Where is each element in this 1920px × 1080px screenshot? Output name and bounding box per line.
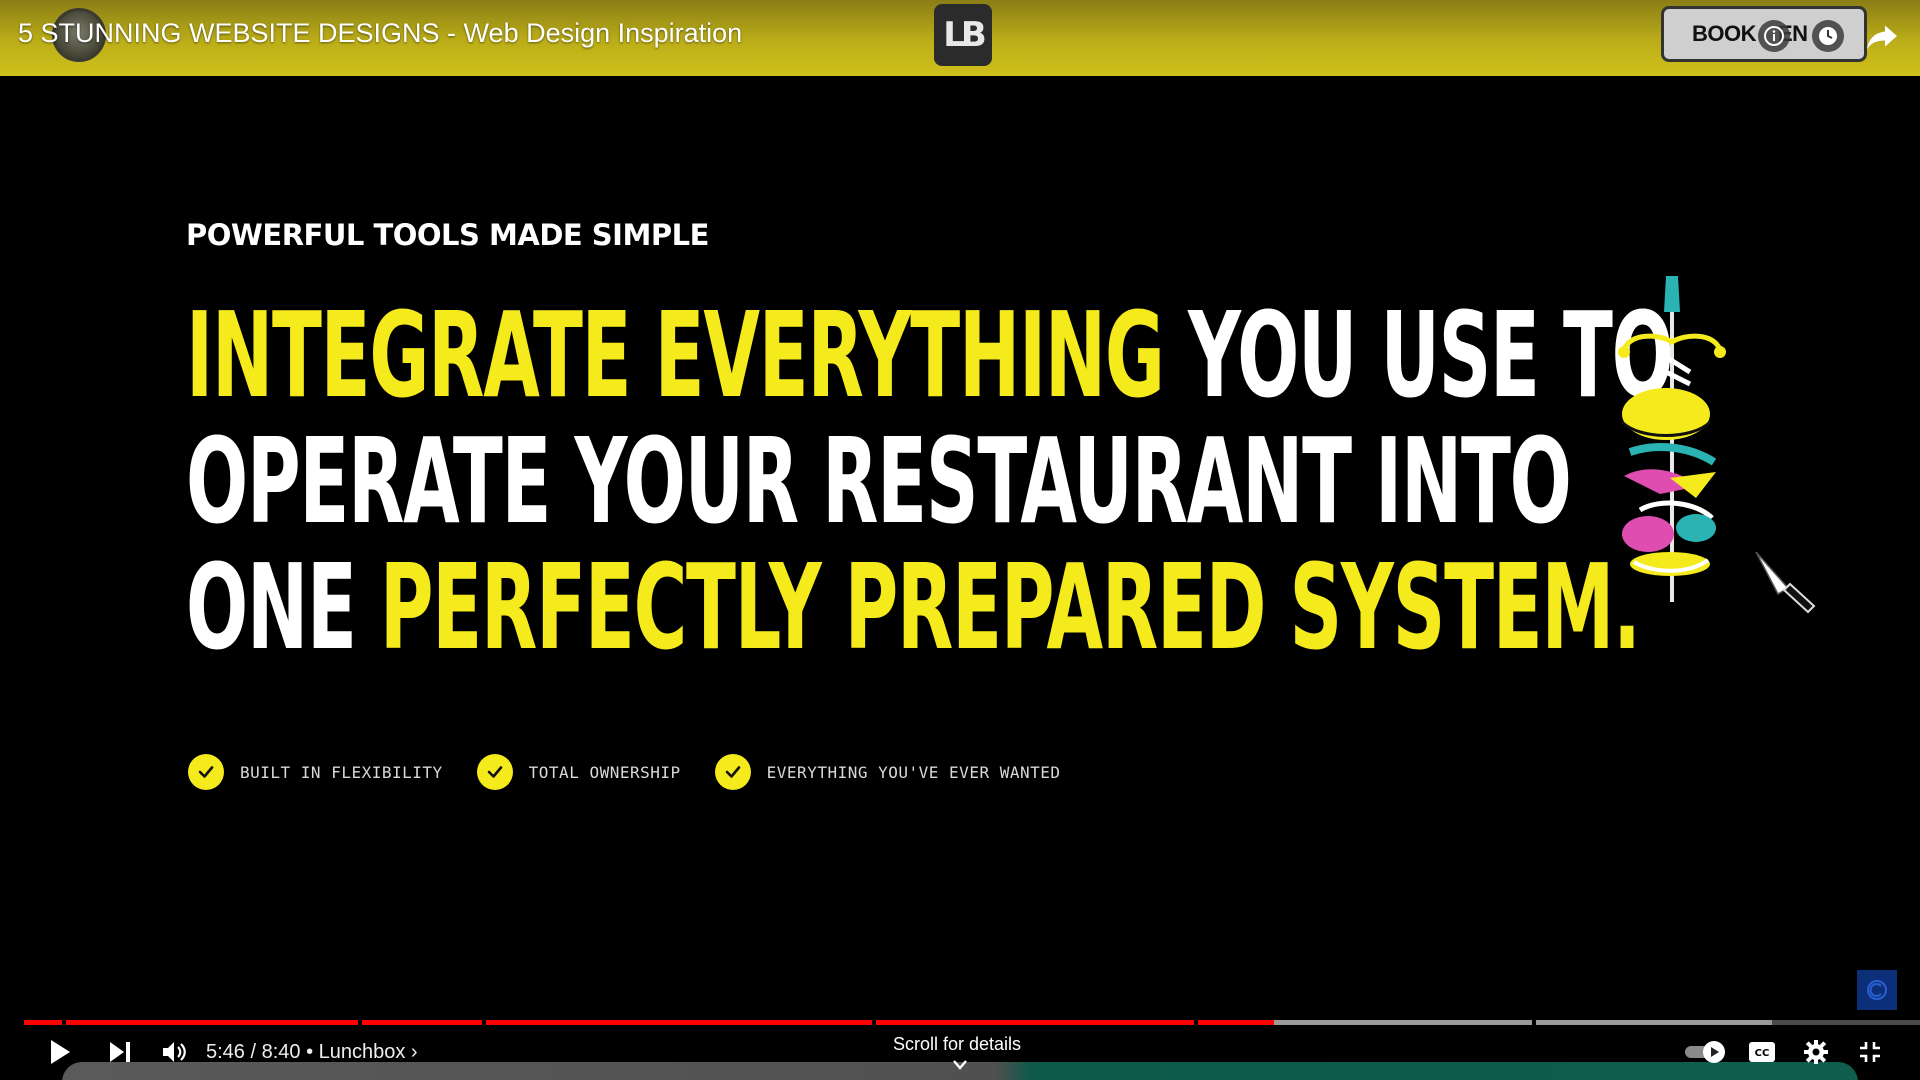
lb-logo: LB	[934, 4, 992, 66]
headline-segment: ONE	[186, 538, 380, 676]
feature-item: BUILT IN FLEXIBILITY	[188, 754, 443, 790]
headline-line-1: INTEGRATE EVERYTHING YOU USE TO	[186, 292, 1674, 418]
play-button[interactable]	[40, 1032, 80, 1072]
knife-cursor-icon	[1755, 551, 1816, 614]
captions-button[interactable]: CC	[1742, 1032, 1782, 1072]
closed-captions-icon: CC	[1749, 1042, 1775, 1062]
feature-label: TOTAL OWNERSHIP	[528, 762, 681, 782]
settings-button[interactable]	[1796, 1032, 1836, 1072]
autoplay-toggle[interactable]	[1682, 1032, 1730, 1072]
chapter-segment[interactable]	[66, 1020, 358, 1025]
exit-fullscreen-button[interactable]	[1850, 1032, 1890, 1072]
autoplay-icon	[1685, 1041, 1725, 1063]
feature-label: EVERYTHING YOU'VE EVER WANTED	[766, 762, 1061, 782]
book-button-label: BOOK	[1692, 21, 1757, 46]
feature-list: BUILT IN FLEXIBILITY TOTAL OWNERSHIP EVE…	[188, 754, 1095, 790]
gear-icon	[1804, 1040, 1828, 1064]
feature-item: TOTAL OWNERSHIP	[476, 754, 681, 790]
check-icon	[476, 754, 513, 790]
branding-watermark[interactable]	[1857, 970, 1897, 1010]
chapter-segment[interactable]	[1198, 1020, 1532, 1025]
headline-line-3: ONE PERFECTLY PREPARED SYSTEM.	[186, 544, 1641, 670]
headline-segment: PERFECTLY PREPARED SYSTEM.	[379, 538, 1641, 676]
watch-later-icon[interactable]	[1812, 20, 1844, 52]
chapter-segment[interactable]	[486, 1020, 872, 1025]
video-title[interactable]: 5 STUNNING WEBSITE DESIGNS - Web Design …	[18, 18, 742, 49]
play-icon	[51, 1040, 70, 1064]
skip-next-icon	[110, 1042, 130, 1062]
volume-button[interactable]	[154, 1032, 194, 1072]
chapter-segment[interactable]	[876, 1020, 1194, 1025]
chapter-segment[interactable]	[1772, 1020, 1896, 1025]
chapter-segment[interactable]	[362, 1020, 482, 1025]
feature-label: BUILT IN FLEXIBILITY	[240, 762, 443, 782]
share-icon[interactable]	[1864, 18, 1900, 54]
headline-segment: INTEGRATE EVERYTHING	[186, 286, 1188, 424]
chapter-segment[interactable]	[24, 1020, 62, 1025]
headline-line-2: OPERATE YOUR RESTAURANT INTO	[186, 418, 1572, 544]
time-display[interactable]: 5:46 / 8:40 • Lunchbox ›	[206, 1041, 418, 1064]
check-icon	[714, 754, 751, 790]
slide-headline: INTEGRATE EVERYTHING YOU USE TO OPERATE …	[186, 292, 1674, 670]
exit-fullscreen-icon	[1860, 1042, 1880, 1062]
svg-text:CC: CC	[1755, 1048, 1770, 1059]
volume-icon	[163, 1042, 186, 1062]
progress-bar[interactable]	[24, 1020, 1920, 1025]
feature-item: EVERYTHING YOU'VE EVER WANTED	[714, 754, 1061, 790]
next-button[interactable]	[100, 1032, 140, 1072]
info-icon[interactable]	[1758, 20, 1790, 52]
headline-segment: OPERATE YOUR RESTAURANT INTO	[186, 412, 1572, 550]
check-icon	[188, 754, 224, 790]
slide-kicker: POWERFUL TOOLS MADE SIMPLE	[186, 218, 709, 252]
